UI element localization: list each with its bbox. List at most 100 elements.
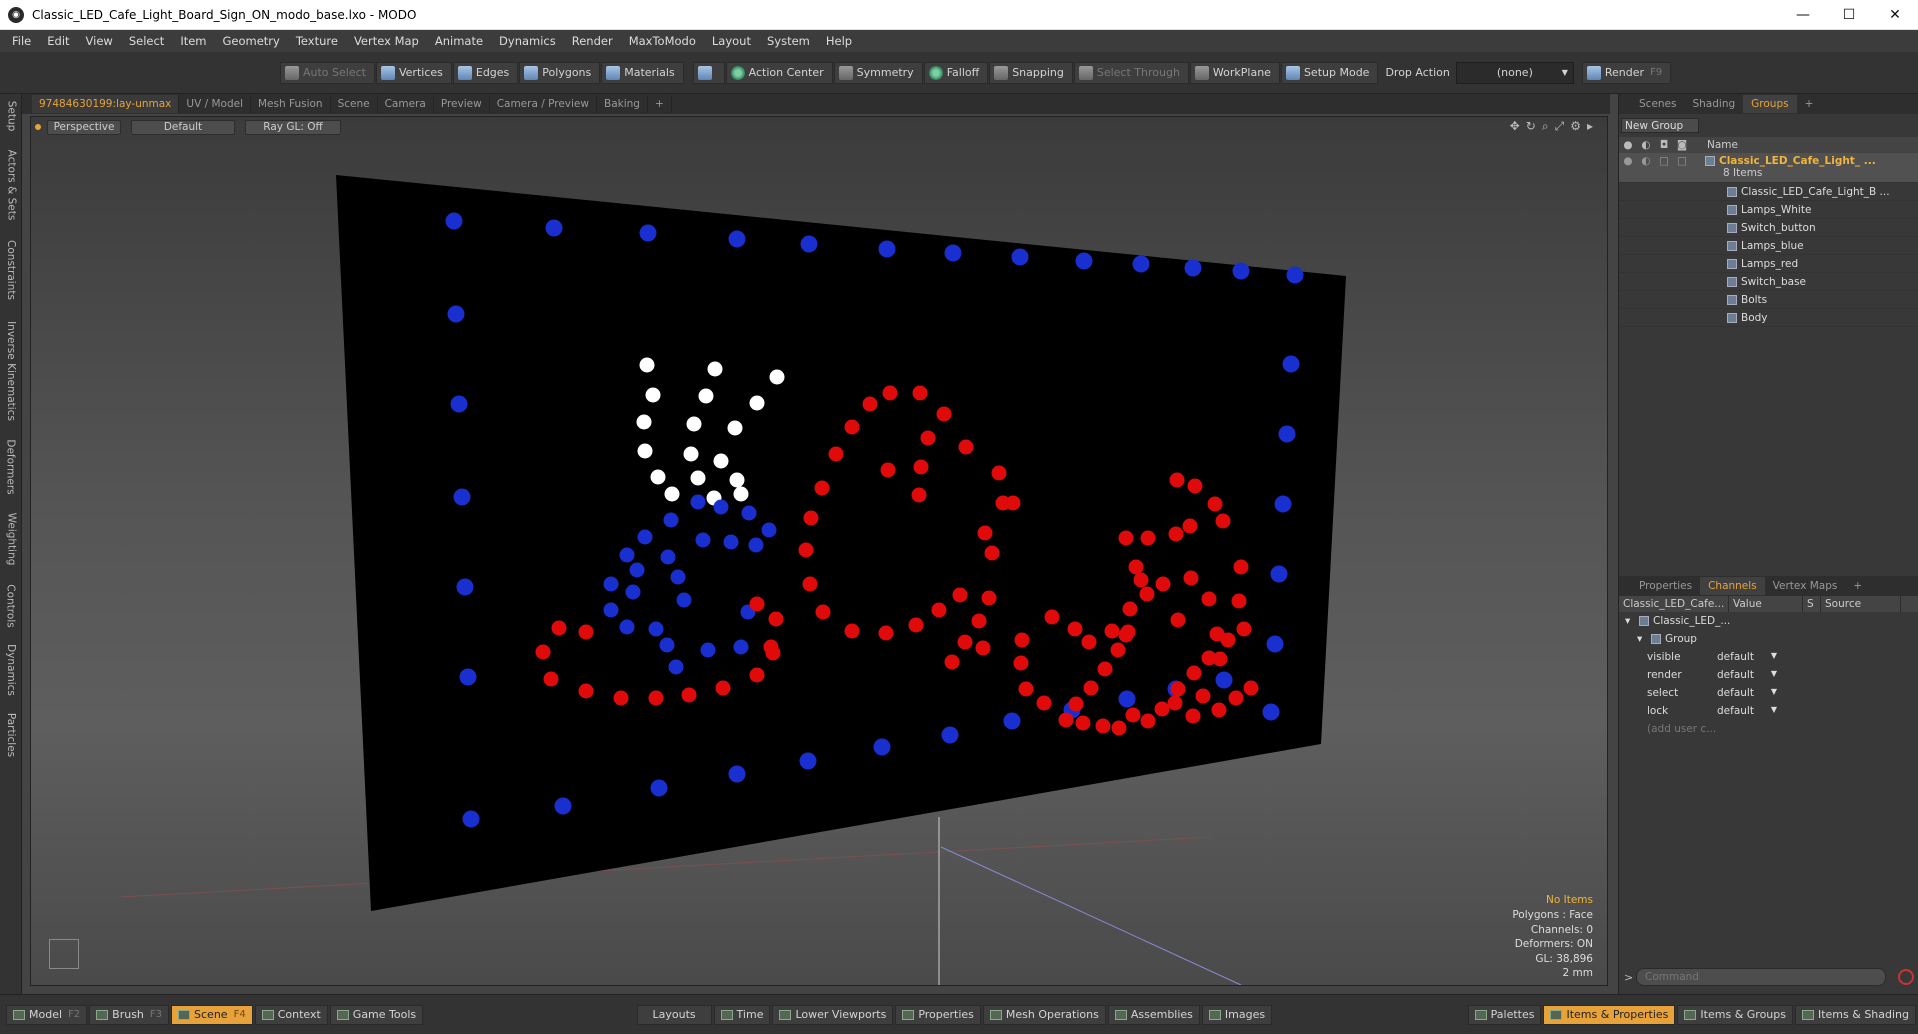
group-root-row[interactable]: ● ◐ □ □ Classic_LED_Cafe_Light_ ... 8 It… — [1619, 153, 1918, 183]
channel-value-select[interactable]: default ▼ — [1713, 651, 1783, 663]
command-input[interactable] — [1636, 968, 1886, 986]
menu-texture[interactable]: Texture — [288, 30, 346, 52]
expand-icon[interactable]: ▾ — [1619, 615, 1639, 627]
layouts-button[interactable]: Layouts — [636, 1004, 712, 1025]
render-toggle-icon[interactable]: ◐ — [1637, 155, 1655, 167]
menu-item[interactable]: Item — [172, 30, 214, 52]
command-history-icon[interactable]: > — [1624, 971, 1633, 984]
images-button[interactable]: Images — [1201, 1004, 1273, 1025]
item-mode-button[interactable] — [692, 61, 725, 84]
snapping-button[interactable]: Snapping — [989, 61, 1073, 84]
menu-edit[interactable]: Edit — [39, 30, 77, 52]
maximize-button[interactable]: ☐ — [1826, 0, 1872, 30]
add-panel-tab-button[interactable]: + — [1845, 577, 1870, 595]
channel-row[interactable]: visible default ▼ — [1619, 648, 1918, 666]
tab-inverse-kinematics[interactable]: Inverse Kinematics — [0, 316, 22, 426]
group-item-row[interactable]: Switch_button — [1619, 219, 1918, 237]
action-center-button[interactable]: Action Center — [725, 61, 833, 84]
channel-value-select[interactable]: default ▼ — [1713, 669, 1783, 681]
tab-groups[interactable]: Groups — [1743, 95, 1797, 113]
polygons-button[interactable]: Polygons — [519, 61, 601, 84]
auto-select-button[interactable]: Auto Select — [280, 61, 375, 84]
menu-help[interactable]: Help — [818, 30, 860, 52]
lock-icon[interactable]: ◘ — [1655, 139, 1673, 151]
3d-viewport[interactable]: Perspective Default Ray GL: Off ✥ ↻ ⌕ ⤢ … — [30, 116, 1608, 986]
record-macro-icon[interactable] — [1898, 969, 1914, 985]
group-item-row[interactable]: Classic_LED_Cafe_Light_B ... — [1619, 183, 1918, 201]
sign-board[interactable] — [336, 175, 1346, 911]
tab-deformers[interactable]: Deformers — [0, 434, 22, 500]
channel-value-select[interactable]: default ▼ — [1713, 705, 1783, 717]
maximize-viewport-icon[interactable]: ⤢ — [1555, 119, 1565, 134]
menu-layout[interactable]: Layout — [704, 30, 759, 52]
tab-preview[interactable]: Preview — [434, 95, 490, 113]
model-layout-button[interactable]: Model F2 — [6, 1004, 88, 1025]
group-item-row[interactable]: Bolts — [1619, 291, 1918, 309]
menu-geometry[interactable]: Geometry — [215, 30, 288, 52]
tab-baking[interactable]: Baking — [597, 95, 648, 113]
new-group-button[interactable]: New Group — [1621, 118, 1699, 133]
drop-action-select[interactable]: (none) ▼ — [1455, 61, 1574, 84]
falloff-button[interactable]: Falloff — [923, 61, 989, 84]
add-tab-button[interactable]: + — [648, 95, 672, 113]
group-item-row[interactable]: Lamps_blue — [1619, 237, 1918, 255]
render-toggle-icon[interactable]: ◐ — [1637, 139, 1655, 151]
select-through-button[interactable]: Select Through — [1073, 61, 1189, 84]
tab-uv-model[interactable]: UV / Model — [179, 95, 251, 113]
select-toggle-icon[interactable]: ◙ — [1673, 139, 1691, 151]
render-button[interactable]: Render F9 — [1581, 61, 1672, 84]
channel-root-row[interactable]: ▾ Classic_LED_... — [1619, 612, 1918, 630]
items-shading-button[interactable]: Items & Shading — [1794, 1004, 1917, 1025]
items-groups-button[interactable]: Items & Groups — [1677, 1004, 1793, 1025]
properties-button[interactable]: Properties — [895, 1004, 981, 1025]
symmetry-button[interactable]: Symmetry — [833, 61, 923, 84]
tab-setup[interactable]: Setup — [0, 98, 22, 134]
assemblies-button[interactable]: Assemblies — [1107, 1004, 1200, 1025]
menu-select[interactable]: Select — [121, 30, 172, 52]
pan-icon[interactable]: ✥ — [1510, 119, 1520, 134]
context-layout-button[interactable]: Context — [254, 1004, 328, 1025]
eye-icon[interactable]: ● — [1619, 139, 1637, 151]
group-item-row[interactable]: Switch_base — [1619, 273, 1918, 291]
menu-file[interactable]: File — [4, 30, 39, 52]
brush-layout-button[interactable]: Brush F3 — [89, 1004, 170, 1025]
close-button[interactable]: ✕ — [1872, 0, 1918, 30]
add-user-channel-row[interactable]: (add user c... — [1619, 720, 1918, 738]
add-panel-tab-button[interactable]: + — [1797, 95, 1822, 113]
scene-canvas[interactable] — [31, 117, 1608, 986]
tab-mesh-fusion[interactable]: Mesh Fusion — [251, 95, 331, 113]
items-properties-button[interactable]: Items & Properties — [1543, 1004, 1676, 1025]
setup-mode-button[interactable]: Setup Mode — [1280, 61, 1379, 84]
vertices-button[interactable]: Vertices — [375, 61, 452, 84]
eye-icon[interactable]: ● — [1619, 155, 1637, 167]
scene-layout-button[interactable]: Scene F4 — [171, 1004, 253, 1025]
viewport-options-icon[interactable] — [35, 124, 41, 130]
group-item-row[interactable]: Lamps_red — [1619, 255, 1918, 273]
tab-constraints[interactable]: Constraints — [0, 234, 22, 306]
palettes-button[interactable]: Palettes — [1467, 1004, 1542, 1025]
tab-weighting[interactable]: Weighting — [0, 506, 22, 572]
raygl-toggle[interactable]: Ray GL: Off — [245, 119, 341, 135]
menu-system[interactable]: System — [759, 30, 818, 52]
materials-button[interactable]: Materials — [601, 61, 684, 84]
channel-group-row[interactable]: ▾ Group — [1619, 630, 1918, 648]
lower-viewports-button[interactable]: Lower Viewports — [772, 1004, 894, 1025]
menu-vertex-map[interactable]: Vertex Map — [346, 30, 427, 52]
group-item-row[interactable]: Lamps_White — [1619, 201, 1918, 219]
zoom-icon[interactable]: ⌕ — [1542, 119, 1549, 134]
tab-dynamics[interactable]: Dynamics — [0, 640, 22, 700]
tab-vertex-maps[interactable]: Vertex Maps — [1765, 577, 1846, 595]
tab-scene[interactable]: Scene — [331, 95, 378, 113]
tab-actors-sets[interactable]: Actors & Sets — [0, 146, 22, 224]
channel-row[interactable]: render default ▼ — [1619, 666, 1918, 684]
tab-camera-preview[interactable]: Camera / Preview — [490, 95, 597, 113]
menu-maxtomodo[interactable]: MaxToModo — [621, 30, 704, 52]
workplane-button[interactable]: WorkPlane — [1189, 61, 1280, 84]
game-tools-layout-button[interactable]: Game Tools — [329, 1004, 424, 1025]
expand-icon[interactable]: ▾ — [1619, 633, 1651, 645]
menu-arrow-icon[interactable]: ▸ — [1587, 119, 1593, 134]
menu-dynamics[interactable]: Dynamics — [491, 30, 564, 52]
tab-properties[interactable]: Properties — [1631, 577, 1700, 595]
select-toggle-icon[interactable]: □ — [1673, 155, 1691, 167]
channel-row[interactable]: select default ▼ — [1619, 684, 1918, 702]
